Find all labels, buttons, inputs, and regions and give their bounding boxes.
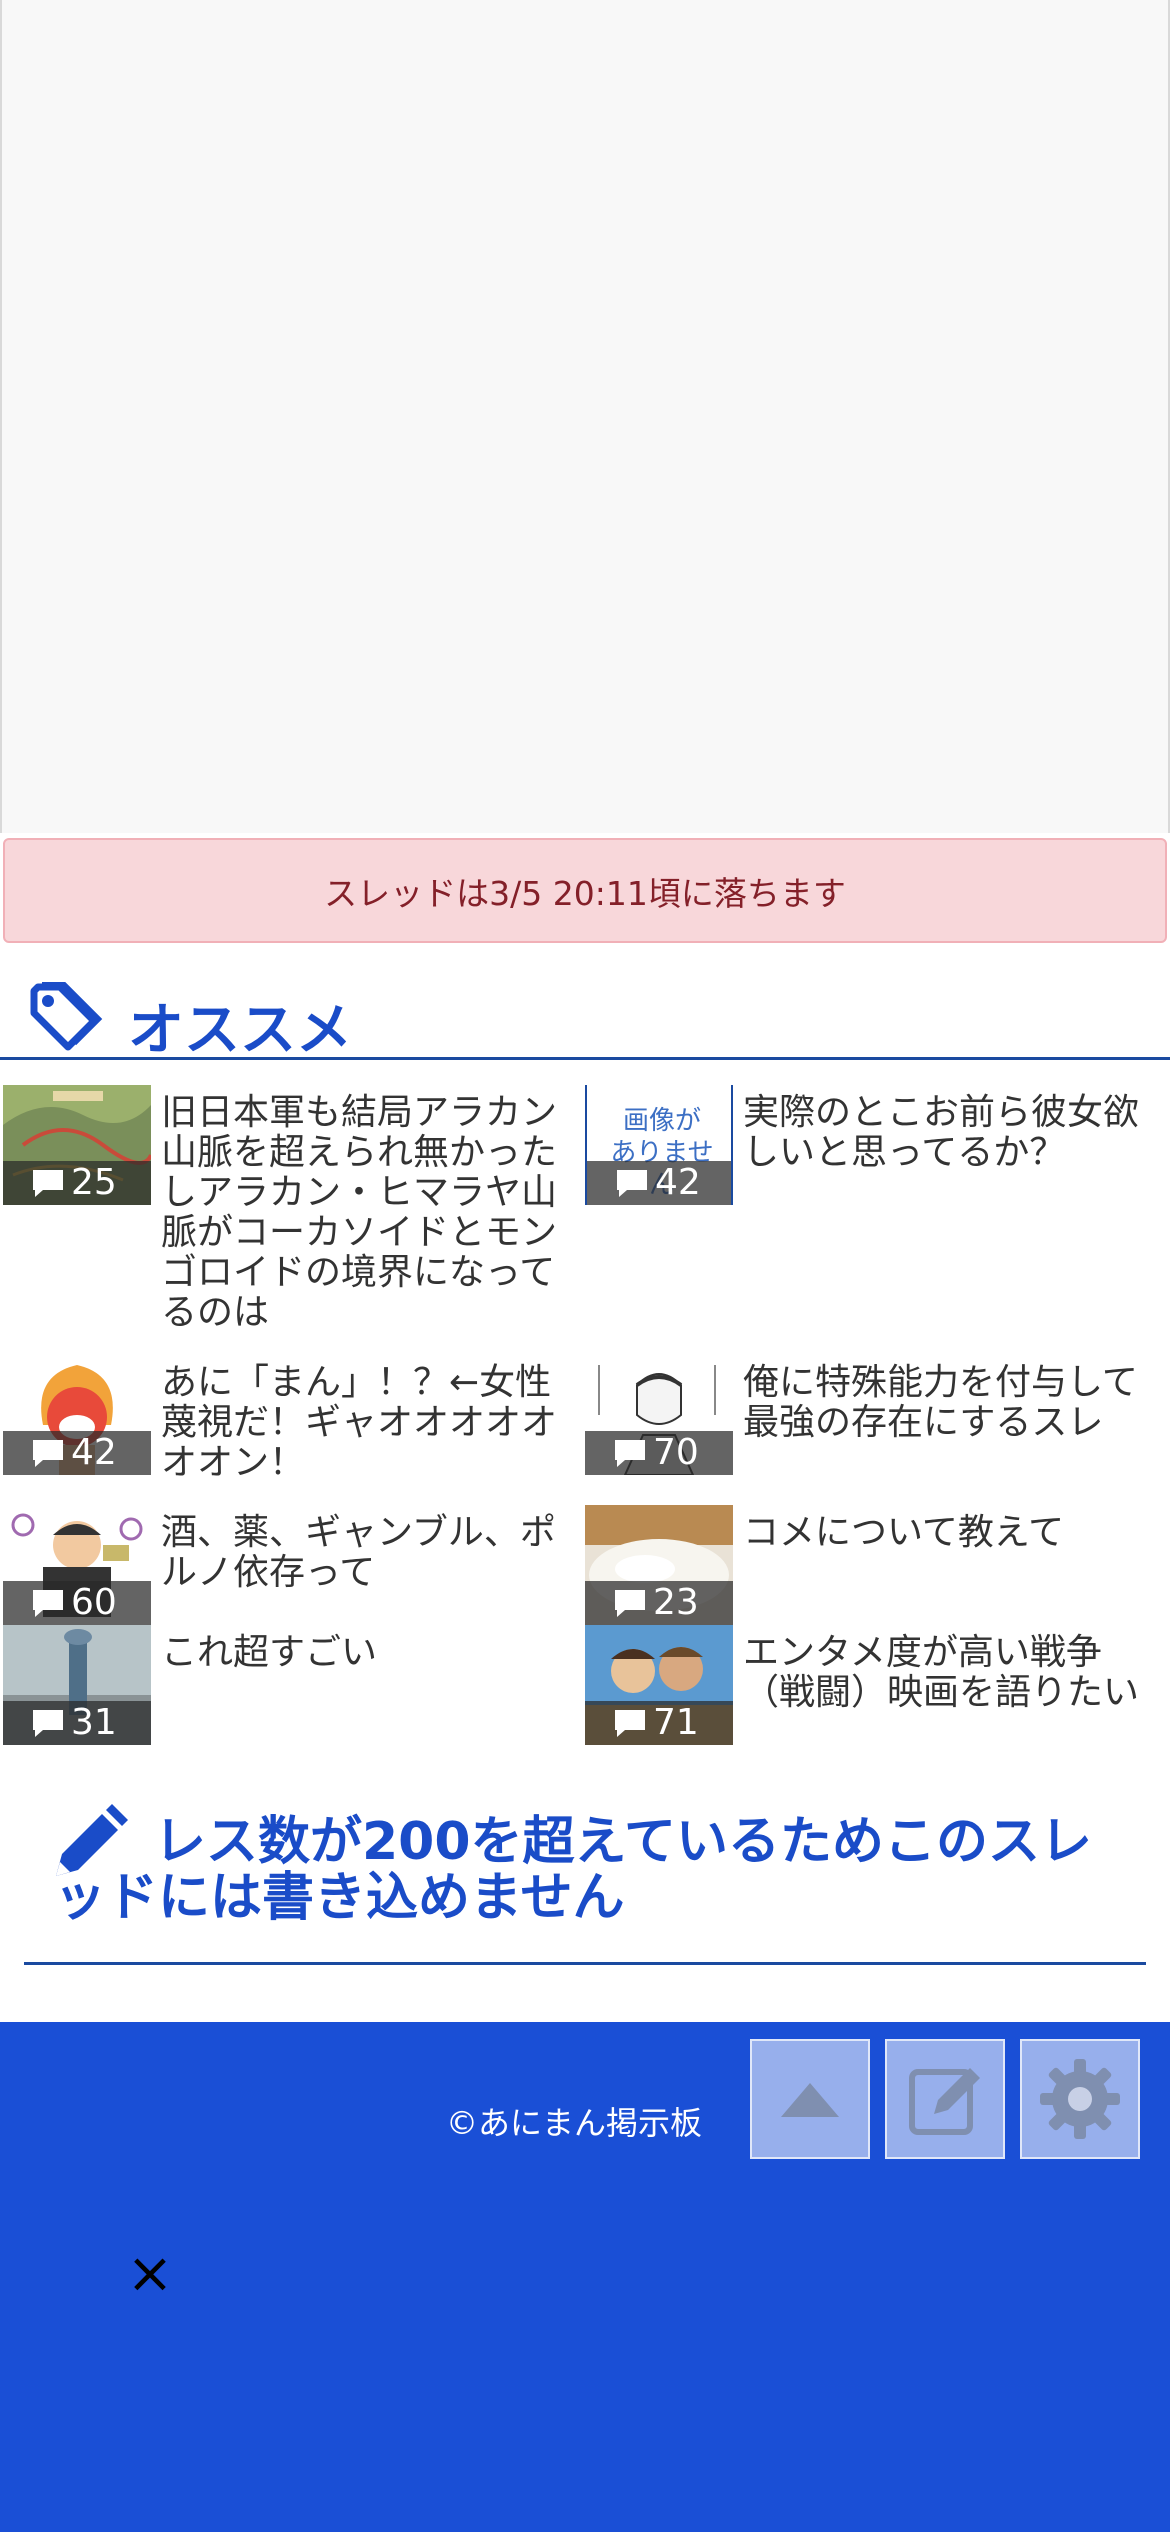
rec-item[interactable]: 25 旧日本軍も結局アラカン山脈を超えられ無かったしアラカン・ヒマラヤ山脈がコー… — [3, 1085, 573, 1335]
rec-title[interactable]: 実際のとこお前ら彼女欲しいと思ってるか？ — [743, 1093, 1153, 1173]
thread-expiry-notice: スレッドは3/5 20:11頃に落ちます — [3, 838, 1167, 943]
comment-icon — [615, 1440, 645, 1467]
thumbnail[interactable]: 画像が ありません 42 — [585, 1085, 733, 1205]
notice-text: スレッドは3/5 20:11頃に落ちます — [324, 873, 846, 913]
rec-title[interactable]: これ超すごい — [161, 1633, 571, 1673]
comment-icon — [615, 1710, 645, 1737]
rec-title[interactable]: エンタメ度が高い戦争（戦闘）映画を語りたい — [743, 1633, 1153, 1713]
rec-item[interactable]: 23 コメについて教えて — [585, 1505, 1155, 1625]
comment-count: 70 — [585, 1431, 733, 1475]
comment-icon — [33, 1440, 63, 1467]
comment-count: 71 — [585, 1701, 733, 1745]
thumbnail[interactable]: 60 — [3, 1505, 151, 1625]
comment-icon — [33, 1710, 63, 1737]
close-button[interactable]: × — [120, 2244, 180, 2304]
copyright: ©あにまん掲示板 — [446, 2104, 703, 2142]
rec-title[interactable]: あに「まん」！？←女性蔑視だ！ギャオオオオオオオン！ — [161, 1363, 571, 1483]
rec-item[interactable]: 60 酒、薬、ギャンブル、ポルノ依存って — [3, 1505, 573, 1625]
rec-title[interactable]: 旧日本軍も結局アラカン山脈を超えられ無かったしアラカン・ヒマラヤ山脈がコーカソイ… — [161, 1093, 571, 1333]
rec-item[interactable]: 31 これ超すごい — [3, 1625, 573, 1755]
tag-icon — [30, 982, 103, 1051]
thumbnail[interactable]: 23 — [585, 1505, 733, 1625]
settings-button[interactable] — [1020, 2039, 1140, 2159]
rec-item[interactable]: 画像が ありません 42 実際のとこお前ら彼女欲しいと思ってるか？ — [585, 1085, 1155, 1335]
ad-space — [0, 0, 1170, 833]
rec-item[interactable]: 71 エンタメ度が高い戦争（戦闘）映画を語りたい — [585, 1625, 1155, 1755]
comment-count: 31 — [3, 1701, 151, 1745]
thread-closed-header: レス数が200を超えているためこのスレッドには書き込めません — [24, 1800, 1146, 1965]
comment-count: 42 — [587, 1161, 731, 1205]
comment-count: 25 — [3, 1161, 151, 1205]
edit-icon — [909, 2068, 980, 2135]
comment-count: 42 — [3, 1431, 151, 1475]
comment-icon — [615, 1590, 645, 1617]
rec-item[interactable]: 42 あに「まん」！？←女性蔑視だ！ギャオオオオオオオン！ — [3, 1355, 573, 1485]
gear-icon — [1040, 2059, 1120, 2139]
comment-count: 60 — [3, 1581, 151, 1625]
triangle-up-icon — [781, 2083, 839, 2117]
thumbnail[interactable]: 71 — [585, 1625, 733, 1745]
comment-icon — [33, 1590, 63, 1617]
recommended-title: オススメ — [128, 998, 352, 1063]
rec-item[interactable]: 70 俺に特殊能力を付与して最強の存在にするスレ — [585, 1355, 1155, 1485]
comment-icon — [33, 1170, 63, 1197]
thumbnail[interactable]: 31 — [3, 1625, 151, 1745]
thumbnail[interactable]: 70 — [585, 1355, 733, 1475]
write-button[interactable] — [885, 2039, 1005, 2159]
comment-count: 23 — [585, 1581, 733, 1625]
rec-title[interactable]: コメについて教えて — [743, 1513, 1153, 1553]
rec-title[interactable]: 俺に特殊能力を付与して最強の存在にするスレ — [743, 1363, 1153, 1443]
thread-closed-text: レス数が200を超えているためこのスレッドには書き込めません — [54, 1812, 1092, 1928]
rec-title[interactable]: 酒、薬、ギャンブル、ポルノ依存って — [161, 1513, 571, 1593]
recommended-header: オススメ — [0, 975, 1170, 1063]
scroll-top-button[interactable] — [750, 2039, 870, 2159]
comment-icon — [617, 1170, 647, 1197]
thumbnail[interactable]: 42 — [3, 1355, 151, 1475]
footer: ©あにまん掲示板 × — [0, 2022, 1170, 2532]
thumbnail[interactable]: 25 — [3, 1085, 151, 1205]
